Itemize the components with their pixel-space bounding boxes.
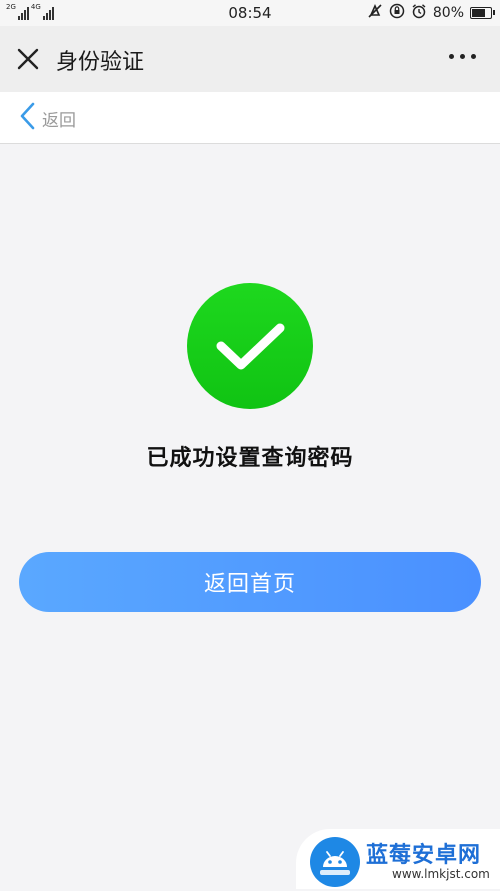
site-watermark: 蓝莓安卓网 www.lmkjst.com bbox=[296, 829, 500, 889]
watermark-url: www.lmkjst.com bbox=[392, 867, 490, 881]
title-bar: 身份验证 bbox=[0, 26, 500, 92]
page-title: 身份验证 bbox=[56, 50, 145, 75]
watermark-title: 蓝莓安卓网 bbox=[366, 843, 482, 868]
return-home-button[interactable]: 返回首页 bbox=[19, 552, 481, 612]
back-bar: 返回 bbox=[0, 92, 500, 144]
success-message: 已成功设置查询密码 bbox=[146, 446, 354, 471]
close-icon[interactable] bbox=[14, 45, 42, 73]
battery-percent: 80% bbox=[432, 5, 464, 21]
lock-rotation-icon bbox=[389, 3, 405, 23]
more-options-icon[interactable] bbox=[449, 54, 476, 59]
battery-icon bbox=[470, 7, 495, 19]
android-logo-icon bbox=[310, 837, 360, 887]
back-label: 返回 bbox=[42, 110, 76, 131]
alarm-icon bbox=[411, 3, 427, 23]
status-bar: 2G 4G 08:54 80% bbox=[0, 0, 500, 26]
status-right: 80% bbox=[367, 3, 495, 23]
success-check-icon bbox=[187, 283, 313, 409]
back-button[interactable]: 返回 bbox=[18, 102, 76, 134]
checkmark-icon bbox=[216, 323, 285, 370]
mute-icon bbox=[367, 3, 383, 23]
back-chevron-icon bbox=[18, 101, 36, 135]
